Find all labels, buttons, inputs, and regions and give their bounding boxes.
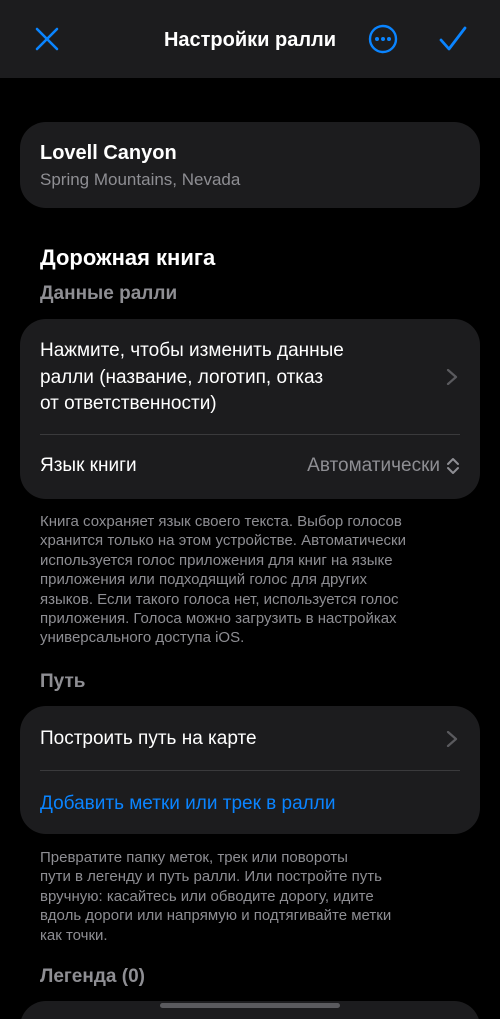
footnote-line: Книга сохраняет язык своего текста. Выбо…: [40, 513, 402, 530]
build-path-row[interactable]: Построить путь на карте: [20, 706, 480, 770]
page-title: Настройки ралли: [163, 29, 337, 51]
path-footnote: Превратите папку меток, трек или поворот…: [40, 848, 470, 945]
rally-data-subtitle: Данные ралли: [40, 283, 178, 304]
roadbook-footnote: Книга сохраняет язык своего текста. Выбо…: [40, 512, 470, 648]
footnote-line: вдоль дороги или напрямую и подтягивайте…: [40, 907, 392, 925]
roadbook-section-title: Дорожная книга: [40, 245, 216, 270]
build-path-label: Построить путь на карте: [40, 728, 257, 749]
edit-rally-data-row[interactable]: Нажмите, чтобы изменить данные ралли (на…: [20, 319, 480, 435]
checkmark-icon: [439, 26, 467, 51]
row-divider: [40, 770, 460, 771]
location-name: Lovell Canyon: [40, 142, 177, 164]
location-card[interactable]: Lovell Canyon Spring Mountains, Nevada: [20, 122, 480, 208]
chevron-right-icon: [446, 369, 458, 385]
footnote-line: хранится только на этом устройстве. Авто…: [40, 532, 406, 550]
footnote-line: как точки.: [40, 926, 108, 944]
path-section-title: Путь: [40, 671, 86, 692]
edit-rally-data-line-3: от ответственности): [40, 393, 217, 414]
close-button[interactable]: [28, 22, 66, 56]
location-region: Spring Mountains, Nevada: [40, 170, 241, 189]
home-indicator: [160, 1003, 340, 1008]
book-language-label: Язык книги: [40, 455, 137, 476]
footnote-line: пути в легенду и путь ралли. Или построй…: [40, 868, 382, 886]
footnote-line: языков. Если такого голоса нет, использу…: [40, 590, 399, 608]
done-button[interactable]: [434, 22, 472, 56]
more-circle-icon: [368, 24, 398, 54]
edit-rally-data-line-1: Нажмите, чтобы изменить данные: [40, 340, 344, 361]
footnote-line: приложения. Голоса можно загрузить в нас…: [40, 610, 397, 628]
footnote-line: универсального доступа iOS.: [40, 629, 245, 647]
path-card: Построить путь на карте Добавить метки и…: [20, 706, 480, 834]
footnote-line: приложения или подходящий голос для друг…: [40, 571, 367, 589]
chevron-right-icon: [446, 731, 458, 747]
more-button[interactable]: [366, 22, 400, 56]
rally-settings-screen: Настройки ралли Lovell Canyon Spring Mou…: [0, 0, 500, 1019]
footnote-line: Превратите папку меток, трек или поворот…: [40, 849, 348, 866]
rally-data-card: Нажмите, чтобы изменить данные ралли (на…: [20, 319, 480, 499]
close-icon: [35, 27, 59, 51]
chevron-up-down-icon: [447, 458, 459, 474]
book-language-value[interactable]: Автоматически: [307, 453, 440, 479]
edit-rally-data-line-2: ралли (название, логотип, отказ: [40, 366, 324, 388]
footnote-line: вручную: касайтесь или обводите дорогу, …: [40, 887, 374, 905]
legend-section-title: Легенда (0): [40, 966, 145, 987]
add-marks-or-track-link[interactable]: Добавить метки или трек в ралли: [40, 791, 335, 817]
footnote-line: используется голос приложения для книг н…: [40, 551, 393, 569]
navigation-bar: Настройки ралли: [0, 0, 500, 78]
